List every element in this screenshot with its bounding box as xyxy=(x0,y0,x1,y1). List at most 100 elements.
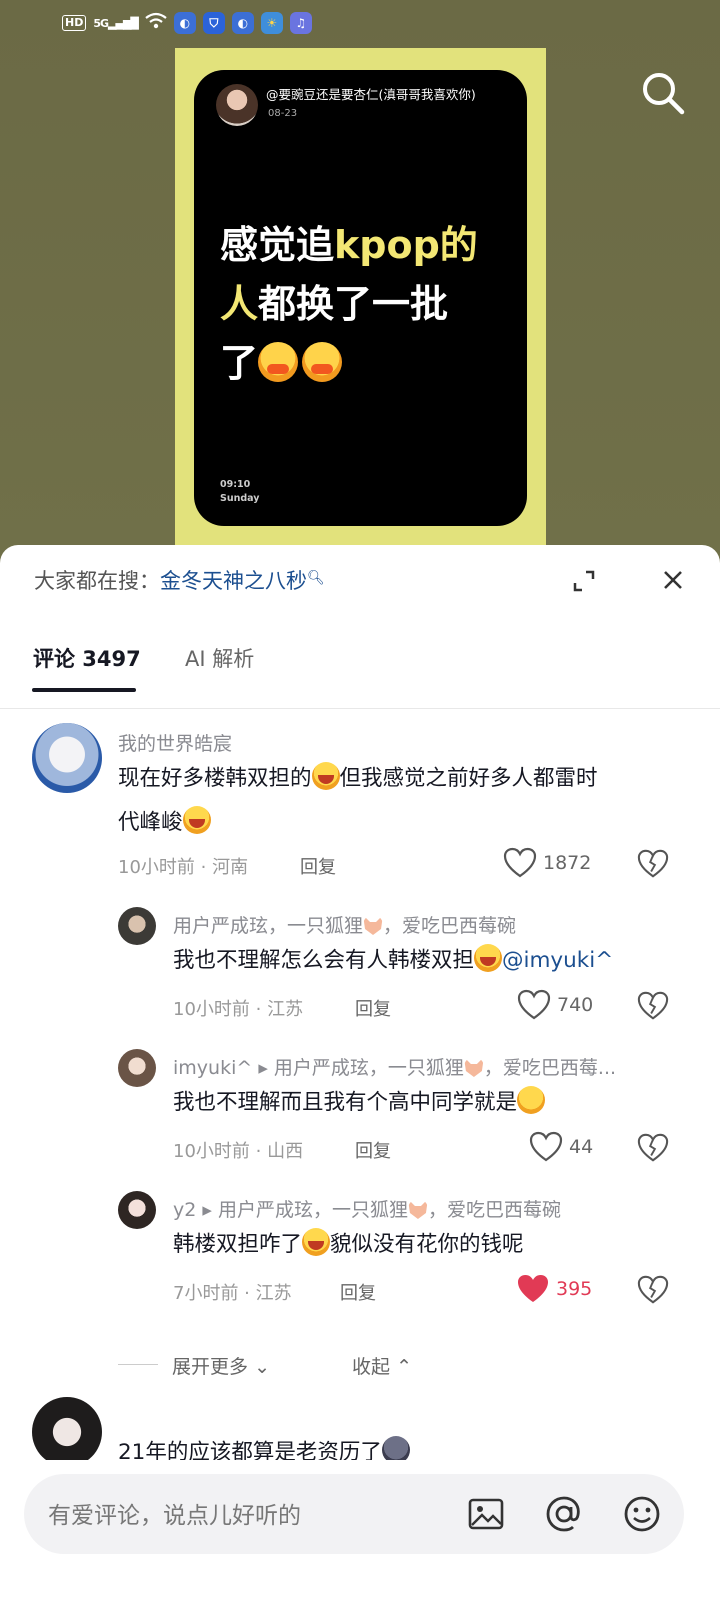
dizzy-emoji-icon xyxy=(517,1086,546,1114)
duck-emoji-icon xyxy=(258,342,299,382)
image-icon xyxy=(468,1498,504,1530)
chevron-up-icon: ⌃ xyxy=(396,1356,412,1378)
app-notification-icon: ◐ xyxy=(173,12,196,34)
image-button[interactable] xyxy=(466,1494,506,1534)
avatar[interactable] xyxy=(118,1191,156,1229)
reply-text: 我也不理解怎么会有人韩楼双担 @imyuki^ xyxy=(173,939,693,983)
status-bar: HD 5G▂▄▆█ ◐ ⛉ ◐ ☀ ♫ xyxy=(0,0,720,46)
like-count: 395 xyxy=(556,1278,593,1300)
reply-meta: 10小时前 · 山西 xyxy=(173,1141,304,1162)
music-icon: ♫ xyxy=(289,12,312,34)
weather-icon: ☀ xyxy=(260,12,283,34)
heart-icon xyxy=(517,989,551,1020)
search-icon xyxy=(643,73,685,115)
comment-item: 我的世界皓宸 现在好多楼韩双担的 但我感觉之前好多人都雷时 代峰峻 10小时前 ·… xyxy=(0,723,720,883)
app-notification-icon: ◐ xyxy=(231,12,254,34)
reply-meta: 7小时前 · 江苏 xyxy=(173,1283,292,1304)
expand-more-replies-button[interactable]: 展开更多 ⌄ xyxy=(172,1352,270,1379)
laugh-cry-emoji-icon xyxy=(474,944,503,972)
status-icons: HD 5G▂▄▆█ ◐ ⛉ ◐ ☀ ♫ xyxy=(62,12,312,34)
fox-emoji-icon xyxy=(463,1057,484,1077)
broken-heart-icon xyxy=(637,1133,669,1162)
hd-indicator: HD xyxy=(62,15,87,31)
poster-phone-screen: @要豌豆还是要杏仁(滇哥哥我喜欢你) 08-23 感觉追kpop的 人都换了一批… xyxy=(194,70,527,526)
comment-input[interactable]: 有爱评论，说点儿好听的 xyxy=(24,1474,684,1554)
tab-active-indicator xyxy=(32,688,136,692)
reply-text: 韩楼双担咋了 貌似没有花你的钱呢 xyxy=(173,1223,693,1267)
reply-item: imyuki^ ▸ 用户严成玹，一只狐狸 ，爱吃巴西莓... 我也不理解而且我有个… xyxy=(0,1047,720,1167)
tab-ai-analysis[interactable]: AI 解析 xyxy=(185,643,254,673)
reply-item: 用户严成玹，一只狐狸 ，爱吃巴西莓碗 我也不理解怎么会有人韩楼双担 @imyuki^… xyxy=(0,905,720,1025)
comment-meta: 10小时前 · 河南 xyxy=(118,857,249,878)
reply-button[interactable]: 回复 xyxy=(355,995,391,1021)
broken-heart-icon xyxy=(637,849,669,878)
hot-search-keyword[interactable]: 金冬天神之八秒 xyxy=(160,569,307,593)
comment-text: 现在好多楼韩双担的 但我感觉之前好多人都雷时 代峰峻 xyxy=(118,757,678,845)
network-indicator: 5G▂▄▆█ xyxy=(93,16,139,30)
like-count: 1872 xyxy=(543,852,592,874)
comment-sheet: 大家都在搜：金冬天神之八秒🔍︎ 评论 3497 AI 解析 我的世界皓宸 现在好… xyxy=(0,545,720,1600)
reply-author[interactable]: y2 ▸ 用户严成玹，一只狐狸 ，爱吃巴西莓碗 xyxy=(173,1195,561,1222)
avatar[interactable] xyxy=(118,907,156,945)
reply-text: 我也不理解而且我有个高中同学就是 xyxy=(173,1081,693,1125)
poster-avatar xyxy=(216,84,258,126)
duck-emoji-icon xyxy=(302,342,343,382)
poster-clock: 09:10 Sunday xyxy=(220,479,260,504)
like-button[interactable]: 1872 xyxy=(503,847,591,879)
mention-button[interactable] xyxy=(544,1494,584,1534)
reply-meta: 10小时前 · 江苏 xyxy=(173,999,304,1020)
hot-search[interactable]: 大家都在搜：金冬天神之八秒🔍︎ xyxy=(34,565,325,595)
fox-emoji-icon xyxy=(363,915,384,935)
laugh-cry-emoji-icon xyxy=(182,806,211,834)
broken-heart-icon xyxy=(637,991,669,1020)
avatar[interactable] xyxy=(32,1397,102,1467)
divider xyxy=(118,1364,158,1365)
duck-emoji-icon xyxy=(302,1228,331,1256)
close-icon xyxy=(664,571,682,589)
close-sheet-button[interactable] xyxy=(660,567,686,593)
heart-icon xyxy=(529,1131,563,1162)
dislike-button[interactable] xyxy=(637,1132,669,1164)
smile-icon xyxy=(624,1496,660,1532)
laugh-cry-emoji-icon xyxy=(311,762,340,790)
dislike-button[interactable] xyxy=(637,848,669,880)
like-count: 44 xyxy=(569,1136,594,1158)
emoji-button[interactable] xyxy=(622,1494,662,1534)
search-icon: 🔍︎ xyxy=(307,570,325,586)
heart-filled-icon xyxy=(518,1275,548,1302)
like-button[interactable]: 740 xyxy=(517,989,593,1021)
expand-sheet-button[interactable] xyxy=(572,569,596,593)
fox-emoji-icon xyxy=(407,1199,428,1219)
poster-username: @要豌豆还是要杏仁(滇哥哥我喜欢你) xyxy=(266,87,476,102)
comment-input-placeholder: 有爱评论，说点儿好听的 xyxy=(48,1503,301,1529)
poster-headline: 感觉追kpop的 人都换了一批 了 xyxy=(220,223,478,385)
reply-author[interactable]: imyuki^ ▸ 用户严成玹，一只狐狸 ，爱吃巴西莓... xyxy=(173,1053,616,1080)
dislike-button[interactable] xyxy=(637,990,669,1022)
collapse-replies-button[interactable]: 收起 ⌃ xyxy=(352,1352,412,1379)
dislike-button[interactable] xyxy=(637,1274,669,1306)
reply-button[interactable]: 回复 xyxy=(355,1137,391,1163)
broken-heart-icon xyxy=(637,1275,669,1304)
shield-icon: ⛉ xyxy=(202,12,225,34)
avatar[interactable] xyxy=(118,1049,156,1087)
like-button[interactable]: 44 xyxy=(529,1131,593,1163)
avatar[interactable] xyxy=(32,723,102,793)
like-count: 740 xyxy=(557,994,594,1016)
comment-author[interactable]: 我的世界皓宸 xyxy=(118,729,232,756)
chevron-down-icon: ⌄ xyxy=(254,1356,270,1378)
heart-icon xyxy=(503,847,537,878)
like-button-liked[interactable]: 395 xyxy=(516,1273,592,1305)
expand-icon xyxy=(573,570,595,592)
reply-button[interactable]: 回复 xyxy=(300,853,336,879)
divider xyxy=(0,708,720,709)
tab-comments[interactable]: 评论 3497 xyxy=(33,643,141,673)
reply-button[interactable]: 回复 xyxy=(340,1279,376,1305)
search-button[interactable] xyxy=(640,70,686,116)
wifi-icon xyxy=(145,12,167,34)
mention-link[interactable]: @imyuki^ xyxy=(502,948,613,973)
poster-date: 08-23 xyxy=(268,108,298,119)
reply-item: y2 ▸ 用户严成玹，一只狐狸 ，爱吃巴西莓碗 韩楼双担咋了 貌似没有花你的钱呢 7… xyxy=(0,1189,720,1309)
hot-search-label: 大家都在搜： xyxy=(34,569,160,593)
at-icon xyxy=(546,1496,580,1532)
reply-author[interactable]: 用户严成玹，一只狐狸 ，爱吃巴西莓碗 xyxy=(173,911,516,938)
